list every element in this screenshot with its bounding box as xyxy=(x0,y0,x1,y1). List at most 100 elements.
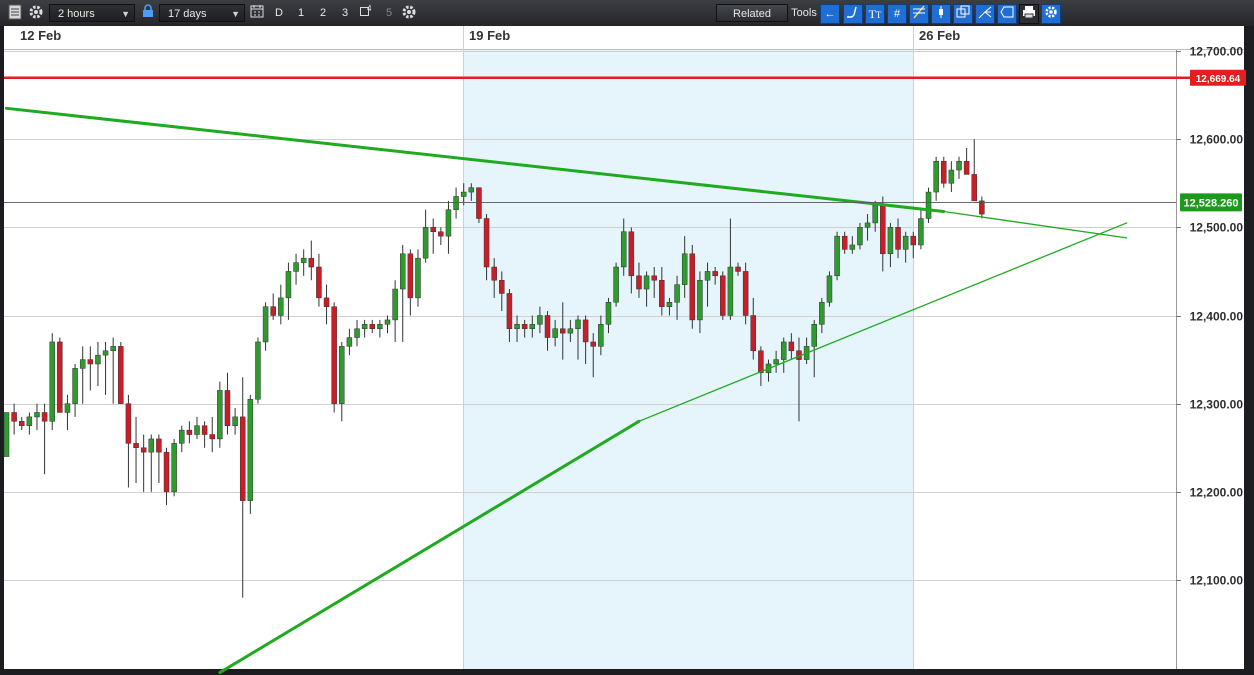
candle-body xyxy=(140,447,147,453)
candle-body xyxy=(552,328,558,338)
fib-tool-icon[interactable] xyxy=(909,4,929,24)
candle-body xyxy=(377,324,383,329)
settings-icon-2[interactable] xyxy=(400,4,418,22)
chevron-down-icon: ▼ xyxy=(121,9,130,19)
candle-body xyxy=(521,324,528,329)
candle-body xyxy=(560,328,566,334)
candle-body xyxy=(529,324,536,329)
erase-tool-icon[interactable] xyxy=(997,4,1017,24)
candle-tool-icon[interactable] xyxy=(931,4,951,24)
candle xyxy=(720,271,726,320)
lock-icon[interactable] xyxy=(139,4,157,22)
candle-body xyxy=(224,390,231,426)
list-icon[interactable] xyxy=(6,4,24,22)
candle-body xyxy=(11,412,17,422)
candle-body xyxy=(933,160,939,193)
candle-body xyxy=(110,346,116,352)
candle-body xyxy=(864,222,871,228)
price-chart[interactable]: 12 Feb 19 Feb 26 Feb 12,669.64 12,528.260 1… xyxy=(0,26,1254,675)
candle-body xyxy=(125,403,132,444)
candle-body xyxy=(499,279,505,294)
candle-body xyxy=(72,368,78,404)
candle-body xyxy=(659,279,665,307)
candle-body xyxy=(971,174,977,202)
candle-body xyxy=(239,416,246,501)
candle-body xyxy=(300,257,307,263)
gear-tool-icon[interactable] xyxy=(1041,4,1061,24)
candle-body xyxy=(41,412,48,422)
candle-body xyxy=(95,354,101,365)
y-tick-label: 12,100.00 xyxy=(1190,574,1244,588)
candle-body xyxy=(445,209,452,237)
y-tick-label: 12,400.00 xyxy=(1190,310,1244,324)
candle-body xyxy=(780,341,787,360)
candle xyxy=(742,262,749,325)
candle-body xyxy=(354,328,360,338)
copy-tool-icon[interactable] xyxy=(953,4,973,24)
calendar-icon[interactable] xyxy=(248,4,266,22)
candle-body xyxy=(346,337,353,347)
candle xyxy=(3,412,10,457)
button-d[interactable]: D xyxy=(269,4,289,22)
candle-body xyxy=(186,429,193,435)
pitchfork-tool-icon[interactable] xyxy=(975,4,995,24)
candle-body xyxy=(316,266,322,299)
date-label: 19 Feb xyxy=(469,28,510,43)
related-button[interactable]: Related xyxy=(716,4,788,22)
candle-body xyxy=(773,359,779,365)
candle xyxy=(331,302,337,413)
candle-body xyxy=(956,160,962,171)
candle-body xyxy=(26,416,33,426)
candle-body xyxy=(704,271,711,281)
candle-body xyxy=(750,315,757,352)
candle-body xyxy=(697,279,703,321)
interval-select[interactable]: 2 hours ▼ xyxy=(49,4,135,22)
text-tool-icon[interactable]: TT xyxy=(865,4,885,24)
candle-body xyxy=(811,324,817,347)
candle-body xyxy=(278,297,284,316)
candle-body xyxy=(537,315,543,325)
button-2[interactable]: 2 xyxy=(313,4,333,22)
candle-body xyxy=(468,187,475,193)
grid-tool-icon[interactable]: # xyxy=(887,4,907,24)
candle-body xyxy=(232,416,238,426)
candle-body xyxy=(64,403,71,413)
candle-body xyxy=(727,266,734,316)
candle-body xyxy=(476,187,482,219)
candle-body xyxy=(620,231,627,268)
candle-body xyxy=(689,253,696,321)
candle-body xyxy=(87,359,94,365)
candle xyxy=(415,249,421,307)
curve-icon[interactable] xyxy=(843,4,863,24)
print-icon[interactable] xyxy=(1019,4,1039,24)
candle-body xyxy=(34,412,40,418)
candle-body xyxy=(582,319,589,343)
button-4[interactable]: 4 xyxy=(357,4,375,22)
candle-body xyxy=(628,231,635,277)
candle xyxy=(247,394,254,514)
candle-body xyxy=(674,284,680,303)
candle-body xyxy=(788,341,795,352)
interval-value: 2 hours xyxy=(58,8,95,20)
back-arrow-icon[interactable]: ← xyxy=(820,4,840,24)
y-tick-label: 12,700.00 xyxy=(1190,45,1244,59)
candle-body xyxy=(605,302,612,325)
candle-body xyxy=(834,235,840,277)
candle-body xyxy=(902,235,909,250)
candle-body xyxy=(133,443,139,449)
button-3[interactable]: 3 xyxy=(335,4,355,22)
button-5[interactable]: 5 xyxy=(379,4,399,22)
settings-icon[interactable] xyxy=(27,4,45,22)
candle xyxy=(57,337,63,413)
candle xyxy=(613,262,619,307)
candle-body xyxy=(3,412,10,457)
candle-body xyxy=(567,328,574,334)
resistance-label: 12,669.64 xyxy=(1196,74,1241,85)
candle xyxy=(925,187,932,223)
y-tick-label: 12,200.00 xyxy=(1190,486,1244,500)
candle-body xyxy=(201,425,208,435)
range-select[interactable]: 17 days ▼ xyxy=(159,4,245,22)
candle xyxy=(255,337,261,404)
candle xyxy=(49,333,55,431)
button-1[interactable]: 1 xyxy=(291,4,311,22)
